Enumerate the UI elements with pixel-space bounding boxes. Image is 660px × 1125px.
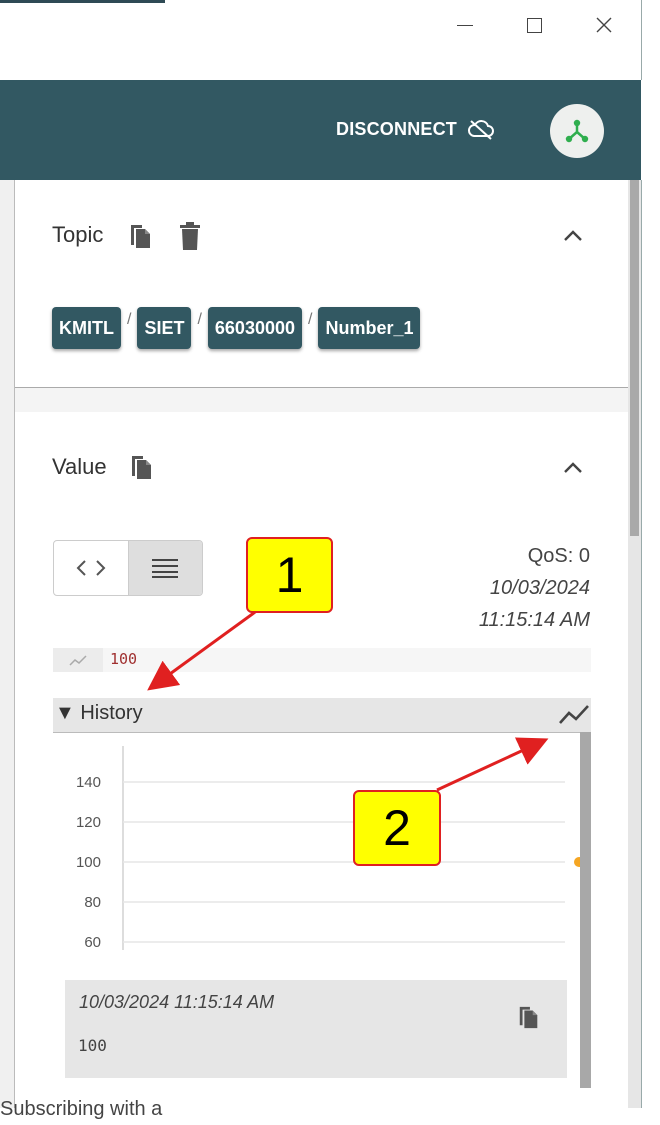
topic-card: Topic KMITL / SIET / 66030000 / Number_1 <box>15 180 628 388</box>
value-title: Value <box>52 454 107 479</box>
topic-separator: / <box>126 311 132 328</box>
close-button[interactable] <box>585 8 623 42</box>
lines-icon <box>152 559 179 578</box>
y-tick-label: 60 <box>84 934 101 951</box>
value-card: Value QoS: 0 10/03/2024 11:15:14 AM 100 … <box>15 412 628 1108</box>
avatar[interactable] <box>550 104 604 158</box>
copy-topic-icon[interactable] <box>128 222 154 250</box>
close-icon <box>596 17 612 33</box>
qos-label: QoS: 0 <box>527 545 590 567</box>
current-value: 100 <box>110 650 138 668</box>
maximize-icon <box>526 17 542 33</box>
annotation-callout-2: 2 <box>353 790 441 866</box>
delete-topic-icon[interactable] <box>178 221 202 251</box>
chart-y-ticks: 140 120 100 80 60 <box>76 774 101 951</box>
topic-segment[interactable]: SIET <box>137 307 192 349</box>
resize-gutter[interactable] <box>0 180 14 1108</box>
annotation-callout-1: 1 <box>246 537 333 613</box>
background-text: Subscribing with a <box>0 1098 163 1120</box>
chart-icon[interactable] <box>558 703 590 725</box>
y-tick-label: 100 <box>76 854 101 871</box>
title-bar <box>0 0 642 80</box>
history-label: ▼ History <box>55 702 143 724</box>
message-meta: QoS: 0 10/03/2024 11:15:14 AM <box>479 540 590 636</box>
disconnect-button[interactable]: DISCONNECT <box>336 118 495 140</box>
code-icon <box>76 560 106 576</box>
current-value-line: 100 <box>53 648 591 672</box>
topic-breadcrumb: KMITL / SIET / 66030000 / Number_1 <box>52 307 421 349</box>
history-scrollbar[interactable] <box>580 732 591 1088</box>
background-window-edge <box>0 0 165 3</box>
collapse-value-chevron-icon[interactable] <box>563 460 583 474</box>
y-tick-label: 80 <box>84 894 101 911</box>
chart-toggle-button[interactable] <box>53 648 103 672</box>
topic-segment[interactable]: KMITL <box>52 307 121 349</box>
topic-segment[interactable]: 66030000 <box>207 307 302 349</box>
copy-record-icon[interactable] <box>517 1004 541 1030</box>
trend-icon <box>69 655 87 666</box>
message-date: 10/03/2024 <box>489 577 590 599</box>
history-toggle[interactable]: ▼ History <box>53 698 591 733</box>
disconnect-label: DISCONNECT <box>336 118 458 139</box>
copy-value-icon[interactable] <box>129 453 155 481</box>
message-time: 11:15:14 AM <box>478 609 590 631</box>
maximize-button[interactable] <box>515 8 553 42</box>
panel-scrollbar-thumb[interactable] <box>630 180 639 536</box>
app-header: DISCONNECT <box>0 80 641 180</box>
cloud-off-icon <box>468 120 494 140</box>
collapse-topic-chevron-icon[interactable] <box>563 228 583 242</box>
topic-separator: / <box>308 311 313 328</box>
text-view-button[interactable] <box>127 541 202 595</box>
record-timestamp: 10/03/2024 11:15:14 AM <box>79 992 275 1012</box>
chart-gridlines <box>123 781 565 943</box>
minimize-button[interactable] <box>446 8 484 42</box>
topic-title: Topic <box>52 222 104 247</box>
minimize-icon <box>457 24 473 26</box>
y-tick-label: 120 <box>76 814 101 831</box>
history-record: 10/03/2024 11:15:14 AM 100 <box>65 980 567 1078</box>
topic-segment[interactable]: Number_1 <box>318 307 421 349</box>
topic-separator: / <box>197 311 202 328</box>
record-value: 100 <box>78 1036 107 1055</box>
mqtt-hub-icon <box>565 119 589 143</box>
y-tick-label: 140 <box>76 774 101 791</box>
format-toggle <box>53 540 203 596</box>
code-view-button[interactable] <box>54 541 128 595</box>
history-chart: 140 120 100 80 60 <box>76 746 580 951</box>
